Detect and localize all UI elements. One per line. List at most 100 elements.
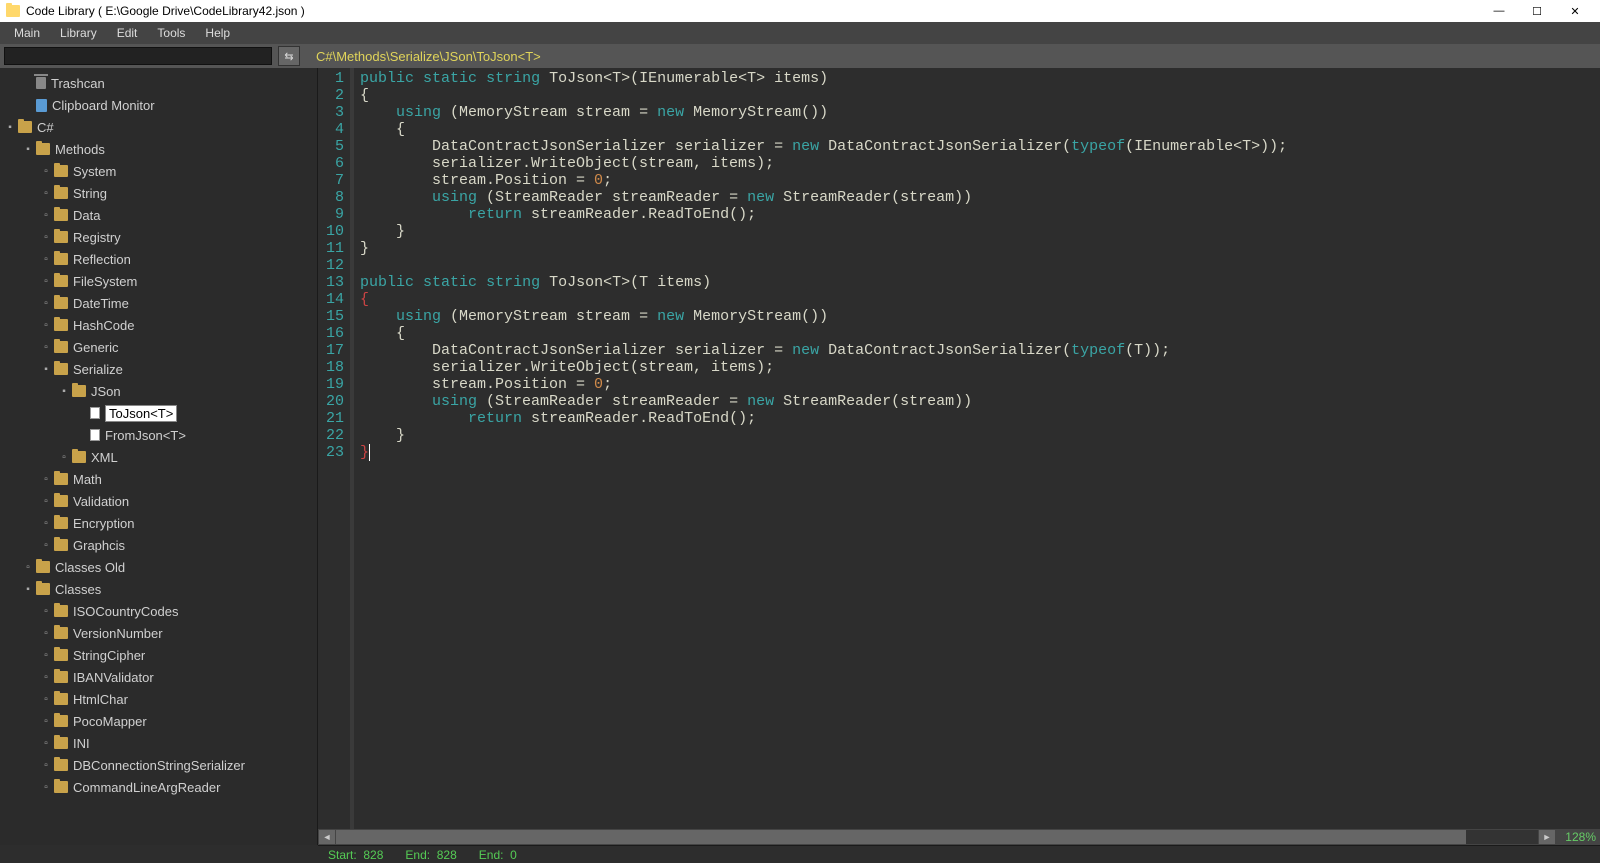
expander-icon[interactable]: ▫ — [40, 672, 52, 683]
tree-folder[interactable]: ▫Generic — [0, 336, 317, 358]
expander-icon[interactable]: ▪ — [40, 364, 52, 375]
tree-folder[interactable]: ▪ Serialize — [0, 358, 317, 380]
expander-icon[interactable]: ▪ — [58, 386, 70, 397]
folder-icon — [54, 693, 68, 705]
expander-icon[interactable]: ▪ — [22, 584, 34, 595]
tree-folder[interactable]: ▫HtmlChar — [0, 688, 317, 710]
tree-file[interactable]: ToJson<T> — [0, 402, 317, 424]
tree-folder[interactable]: ▫ ISOCountryCodes — [0, 600, 317, 622]
tree-folder[interactable]: Trashcan — [0, 72, 317, 94]
tree-label: FileSystem — [73, 274, 137, 289]
expander-icon[interactable]: ▪ — [22, 144, 34, 155]
expander-icon[interactable]: ▫ — [40, 276, 52, 287]
tree-label: FromJson<T> — [105, 428, 186, 443]
menu-help[interactable]: Help — [195, 23, 240, 43]
minimize-button[interactable]: — — [1480, 5, 1518, 17]
expander-icon[interactable]: ▫ — [40, 474, 52, 485]
tree-file[interactable]: FromJson<T> — [0, 424, 317, 446]
tree-folder[interactable]: ▫ Data — [0, 204, 317, 226]
tree-folder[interactable]: ▫ VersionNumber — [0, 622, 317, 644]
folder-icon — [54, 539, 68, 551]
tree-label: JSon — [91, 384, 121, 399]
tree-folder[interactable]: ▫Classes Old — [0, 556, 317, 578]
tree-folder[interactable]: ▪Classes — [0, 578, 317, 600]
expander-icon[interactable]: ▫ — [40, 232, 52, 243]
folder-icon — [54, 495, 68, 507]
scroll-right-button[interactable]: ► — [1539, 830, 1555, 844]
menu-library[interactable]: Library — [50, 23, 107, 43]
expander-icon[interactable]: ▫ — [40, 210, 52, 221]
menu-main[interactable]: Main — [4, 23, 50, 43]
scroll-track[interactable] — [336, 830, 1538, 844]
tree-label: ISOCountryCodes — [73, 604, 179, 619]
search-input[interactable] — [4, 47, 272, 65]
tree-folder[interactable]: ▫CommandLineArgReader — [0, 776, 317, 798]
toolbar-button[interactable]: ⇆ — [278, 46, 300, 66]
tree-folder[interactable]: ▫IBANValidator — [0, 666, 317, 688]
tree-folder[interactable]: ▫XML — [0, 446, 317, 468]
expander-icon[interactable]: ▫ — [22, 562, 34, 573]
status-start-label: Start: — [328, 848, 357, 862]
tree-folder[interactable]: ▫Registry — [0, 226, 317, 248]
tree-folder[interactable]: Clipboard Monitor — [0, 94, 317, 116]
expander-icon[interactable]: ▫ — [40, 760, 52, 771]
expander-icon[interactable]: ▫ — [40, 716, 52, 727]
expander-icon[interactable]: ▫ — [40, 342, 52, 353]
expander-icon[interactable]: ▪ — [4, 122, 16, 133]
expander-icon[interactable]: ▫ — [40, 694, 52, 705]
expander-icon[interactable]: ▫ — [40, 298, 52, 309]
folder-icon — [54, 715, 68, 727]
tree-label: Graphcis — [73, 538, 125, 553]
expander-icon[interactable]: ▫ — [40, 782, 52, 793]
expander-icon[interactable]: ▫ — [40, 540, 52, 551]
tree-label: VersionNumber — [73, 626, 163, 641]
sidebar[interactable]: TrashcanClipboard Monitor▪C#▪Methods▫Sys… — [0, 68, 318, 845]
expander-icon[interactable]: ▫ — [40, 188, 52, 199]
tree-folder[interactable]: ▫StringCipher — [0, 644, 317, 666]
tree-folder[interactable]: ▫ FileSystem — [0, 270, 317, 292]
tree-folder[interactable]: ▫System — [0, 160, 317, 182]
menu-edit[interactable]: Edit — [107, 23, 148, 43]
tree-folder[interactable]: ▫Encryption — [0, 512, 317, 534]
tree-folder[interactable]: ▪C# — [0, 116, 317, 138]
maximize-button[interactable]: ☐ — [1518, 5, 1556, 18]
expander-icon[interactable]: ▫ — [40, 254, 52, 265]
tree-folder[interactable]: ▫ DateTime — [0, 292, 317, 314]
tree-folder[interactable]: ▫ DBConnectionStringSerializer — [0, 754, 317, 776]
expander-icon[interactable]: ▫ — [40, 518, 52, 529]
tree-folder[interactable]: ▪Methods — [0, 138, 317, 160]
tree-folder[interactable]: ▫HashCode — [0, 314, 317, 336]
tree-label: Data — [73, 208, 100, 223]
expander-icon[interactable]: ▫ — [40, 628, 52, 639]
scroll-thumb[interactable] — [336, 830, 1466, 844]
tree-folder[interactable]: ▫PocoMapper — [0, 710, 317, 732]
tree-label: DateTime — [73, 296, 129, 311]
tree-folder[interactable]: ▫Validation — [0, 490, 317, 512]
folder-icon — [54, 649, 68, 661]
tree-label: INI — [73, 736, 90, 751]
tree-label: DBConnectionStringSerializer — [73, 758, 245, 773]
status-end2-label: End: — [479, 848, 504, 862]
expander-icon[interactable]: ▫ — [40, 166, 52, 177]
tree-folder[interactable]: ▫ INI — [0, 732, 317, 754]
horizontal-scrollbar[interactable]: ◄ ► 128% — [318, 829, 1600, 845]
tree-folder[interactable]: ▫Math — [0, 468, 317, 490]
breadcrumb: C#\Methods\Serialize\JSon\ToJson<T> — [306, 49, 541, 64]
expander-icon[interactable]: ▫ — [40, 606, 52, 617]
expander-icon[interactable]: ▫ — [58, 452, 70, 463]
editor-area: 1234567891011121314151617181920212223 pu… — [318, 68, 1600, 845]
tree-folder[interactable]: ▪ JSon — [0, 380, 317, 402]
scroll-left-button[interactable]: ◄ — [319, 830, 335, 844]
close-button[interactable]: ✕ — [1556, 5, 1594, 18]
expander-icon[interactable]: ▫ — [40, 650, 52, 661]
tree-folder[interactable]: ▫ Graphcis — [0, 534, 317, 556]
expander-icon[interactable]: ▫ — [40, 738, 52, 749]
menu-tools[interactable]: Tools — [147, 23, 195, 43]
code-editor[interactable]: public static string ToJson<T>(IEnumerab… — [354, 68, 1600, 829]
expander-icon[interactable]: ▫ — [40, 496, 52, 507]
expander-icon[interactable]: ▫ — [40, 320, 52, 331]
tree-label: Serialize — [73, 362, 123, 377]
folder-icon — [54, 759, 68, 771]
tree-folder[interactable]: ▫Reflection — [0, 248, 317, 270]
tree-folder[interactable]: ▫String — [0, 182, 317, 204]
